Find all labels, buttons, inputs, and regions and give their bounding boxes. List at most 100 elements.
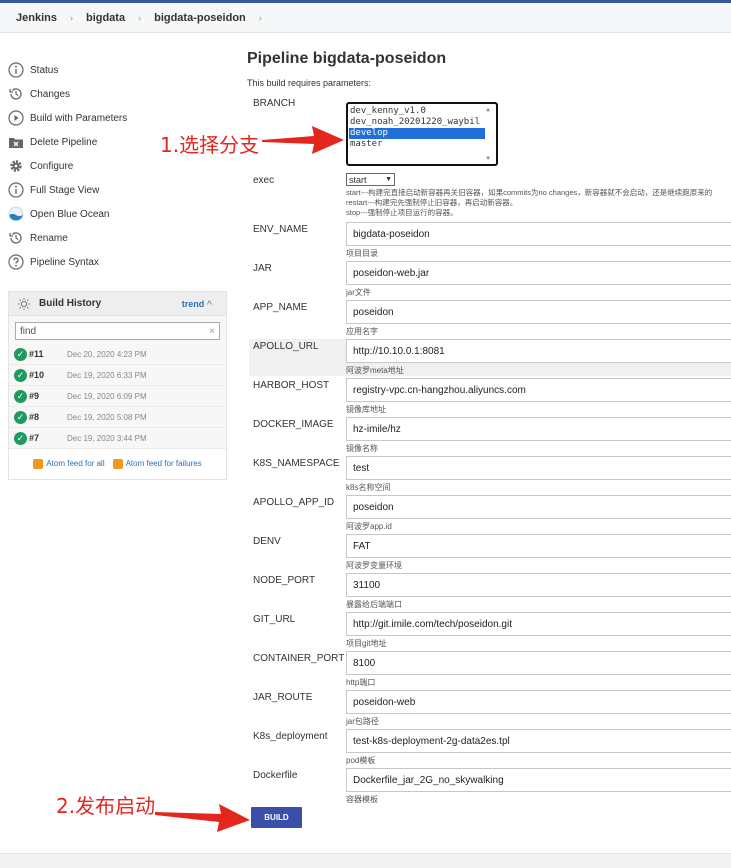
param-input[interactable]: http://git.imile.com/tech/poseidon.git	[346, 612, 731, 636]
branch-option-selected[interactable]: develop	[349, 128, 485, 139]
branch-listbox[interactable]: dev_kenny_v1.0 dev_noah_20201220_waybil …	[346, 102, 498, 166]
breadcrumb: Jenkins › bigdata › bigdata-poseidon ›	[0, 3, 731, 33]
branch-option[interactable]: dev_kenny_v1.0	[349, 106, 485, 117]
sidebar-item-label: Build with Parameters	[30, 112, 128, 124]
sidebar-item-build-with-parameters[interactable]: Build with Parameters	[8, 106, 233, 130]
build-date[interactable]: Dec 19, 2020 5:08 PM	[67, 413, 147, 422]
param-input[interactable]: bigdata-poseidon	[346, 222, 731, 246]
build-date[interactable]: Dec 20, 2020 4:23 PM	[67, 350, 147, 359]
param-description: 暴露给后端端口	[346, 600, 402, 609]
sidebar-item-full-stage-view[interactable]: Full Stage View	[8, 178, 233, 202]
build-button[interactable]: BUILD	[251, 807, 302, 828]
param-input[interactable]: FAT	[346, 534, 731, 558]
param-name: DOCKER_IMAGE	[253, 419, 334, 430]
param-input[interactable]: poseidon	[346, 495, 731, 519]
param-row: GIT_URL http://git.imile.com/tech/poseido…	[249, 612, 731, 649]
breadcrumb-bigdata-poseidon[interactable]: bigdata-poseidon	[154, 12, 246, 24]
build-number[interactable]: #10	[29, 370, 67, 380]
build-row[interactable]: ✓ #11 Dec 20, 2020 4:23 PM	[9, 344, 226, 365]
param-name: BRANCH	[253, 98, 296, 109]
annotation-arrow-icon	[155, 804, 250, 832]
param-input[interactable]: http://10.10.0.1:8081	[346, 339, 731, 363]
sidebar-item-label: Pipeline Syntax	[30, 256, 99, 268]
build-number[interactable]: #11	[29, 349, 67, 359]
param-name: JAR	[253, 263, 272, 274]
param-row: K8S_NAMESPACE test k8s名称空间	[249, 456, 731, 493]
param-description: http端口	[346, 678, 376, 687]
param-row: DOCKER_IMAGE hz-imile/hz 镜像名称	[249, 417, 731, 454]
build-date[interactable]: Dec 19, 2020 6:09 PM	[67, 392, 147, 401]
param-name: HARBOR_HOST	[253, 380, 330, 391]
param-name: Dockerfile	[253, 770, 298, 781]
build-date[interactable]: Dec 19, 2020 3:44 PM	[67, 434, 147, 443]
sun-icon	[17, 297, 31, 311]
sidebar-item-label: Rename	[30, 232, 68, 244]
clear-icon[interactable]: ×	[209, 326, 215, 337]
scroll-up-icon[interactable]: ▲	[482, 106, 494, 113]
param-input[interactable]: poseidon-web.jar	[346, 261, 731, 285]
atom-feed-failures-link[interactable]: Atom feed for failures	[112, 459, 202, 469]
branch-option[interactable]: dev_noah_20201220_waybil	[349, 117, 485, 128]
param-field: 8100 http端口	[346, 651, 731, 688]
param-field: hz-imile/hz 镜像名称	[346, 417, 731, 454]
history-icon	[8, 86, 24, 102]
param-description: 容器模板	[346, 795, 378, 804]
build-search-input[interactable]: find ×	[15, 322, 220, 340]
param-input[interactable]: poseidon	[346, 300, 731, 324]
param-field: http://git.imile.com/tech/poseidon.git 项目…	[346, 612, 731, 649]
play-icon	[8, 110, 24, 126]
param-input[interactable]: poseidon-web	[346, 690, 731, 714]
success-check-icon: ✓	[14, 410, 27, 424]
scroll-down-icon[interactable]: ▼	[482, 155, 494, 162]
branch-option[interactable]: master	[349, 139, 485, 150]
param-input[interactable]: test	[346, 456, 731, 480]
listbox-scrollbar[interactable]: ▲ ▼	[482, 106, 494, 162]
param-input[interactable]: registry-vpc.cn-hangzhou.aliyuncs.com	[346, 378, 731, 402]
breadcrumb-bigdata[interactable]: bigdata	[86, 12, 125, 24]
param-name: K8S_NAMESPACE	[253, 458, 340, 469]
param-field: bigdata-poseidon 项目目录	[346, 222, 731, 259]
param-description: k8s名称空间	[346, 483, 391, 492]
param-row: CONTAINER_PORT 8100 http端口	[249, 651, 731, 688]
param-name: GIT_URL	[253, 614, 296, 625]
param-input[interactable]: Dockerfile_jar_2G_no_skywalking	[346, 768, 731, 792]
param-description: 镜像库地址	[346, 405, 386, 414]
build-date[interactable]: Dec 19, 2020 6:33 PM	[67, 371, 147, 380]
param-input[interactable]: 8100	[346, 651, 731, 675]
exec-select[interactable]: start ▼	[346, 173, 395, 186]
trend-link[interactable]: trend ^	[182, 299, 212, 309]
sidebar-item-status[interactable]: Status	[8, 58, 233, 82]
param-description: 项目目录	[346, 249, 378, 258]
breadcrumb-jenkins[interactable]: Jenkins	[16, 12, 57, 24]
build-number[interactable]: #9	[29, 391, 67, 401]
rss-icon	[33, 459, 44, 469]
param-name: APP_NAME	[253, 302, 308, 313]
build-row[interactable]: ✓ #8 Dec 19, 2020 5:08 PM	[9, 407, 226, 428]
atom-feed-all-link[interactable]: Atom feed for all	[33, 459, 105, 469]
param-name: CONTAINER_PORT	[253, 653, 345, 664]
param-input[interactable]: test-k8s-deployment-2g-data2es.tpl	[346, 729, 731, 753]
param-description: 阿波罗meta地址	[346, 366, 404, 375]
param-input[interactable]: hz-imile/hz	[346, 417, 731, 441]
exec-description: start---构建完直接启动新容器再关旧容器，如果commits为no cha…	[346, 188, 712, 218]
build-row[interactable]: ✓ #7 Dec 19, 2020 3:44 PM	[9, 428, 226, 449]
build-number[interactable]: #7	[29, 433, 67, 443]
build-number[interactable]: #8	[29, 412, 67, 422]
exec-desc-line: restart---构建完先强制停止旧容器，再启动新容器。	[346, 198, 518, 207]
sidebar-item-changes[interactable]: Changes	[8, 82, 233, 106]
build-row[interactable]: ✓ #9 Dec 19, 2020 6:09 PM	[9, 386, 226, 407]
param-description: 镜像名称	[346, 444, 378, 453]
sidebar-item-open-blue-ocean[interactable]: Open Blue Ocean	[8, 202, 233, 226]
param-name: NODE_PORT	[253, 575, 316, 586]
param-field: poseidon 阿波罗app.id	[346, 495, 731, 532]
chevron-up-icon: ^	[206, 298, 212, 309]
param-row: DENV FAT 阿波罗变量环境	[249, 534, 731, 571]
param-row: APOLLO_APP_ID poseidon 阿波罗app.id	[249, 495, 731, 532]
param-field: poseidon-web.jar jar文件	[346, 261, 731, 298]
sidebar-item-rename[interactable]: Rename	[8, 226, 233, 250]
param-input[interactable]: 31100	[346, 573, 731, 597]
sidebar-item-label: Open Blue Ocean	[30, 208, 110, 220]
build-row[interactable]: ✓ #10 Dec 19, 2020 6:33 PM	[9, 365, 226, 386]
sidebar-item-label: Configure	[30, 160, 74, 172]
sidebar-item-pipeline-syntax[interactable]: Pipeline Syntax	[8, 250, 233, 274]
